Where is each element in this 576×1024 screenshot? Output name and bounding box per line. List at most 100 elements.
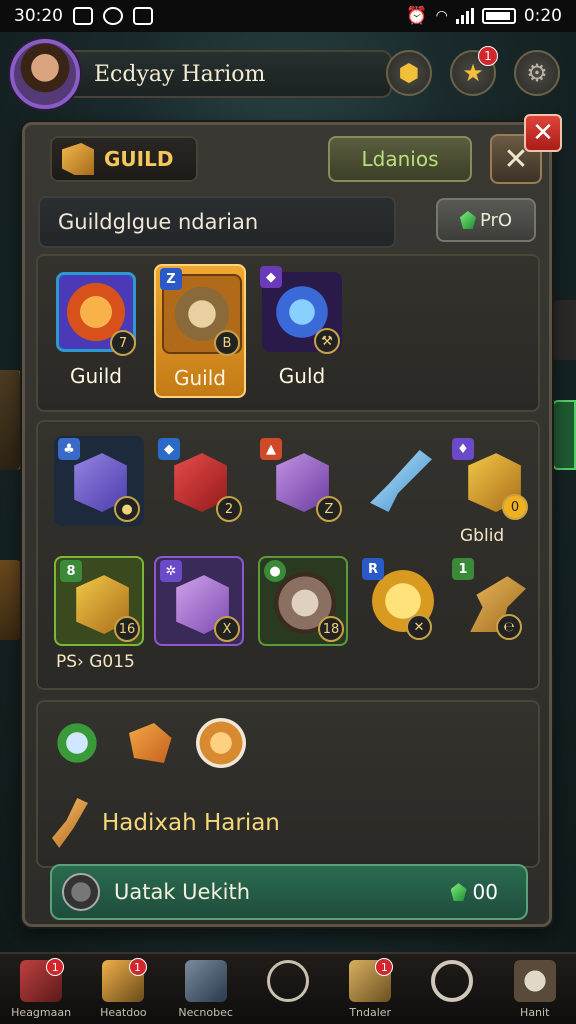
status-bar: 30:20 ⏰ ◠ 0:20 <box>0 0 576 32</box>
player-header: Ecdyay Hariom ⬢ ★ 1 ⚙ <box>10 38 566 110</box>
favorites-button[interactable]: ★ 1 <box>450 46 498 96</box>
reward-gold-coin[interactable]: R ✕ <box>358 556 448 646</box>
nav-item-heagmaan[interactable]: 1 Heagmaan <box>0 954 82 1024</box>
player-avatar[interactable] <box>10 39 80 109</box>
bottom-nav: 1 Heagmaan 1 Heatdoo Necnobec 1 Tndaler … <box>0 952 576 1024</box>
chat-icon <box>133 7 153 25</box>
nav-label: Tndaler <box>349 1006 392 1019</box>
app-icon <box>103 7 123 25</box>
item-level-icon: ◆ <box>158 438 180 460</box>
gallery-icon <box>73 7 93 25</box>
player-name: Ecdyay Hariom <box>94 61 266 87</box>
item-level-icon: ◆ <box>260 266 282 288</box>
tab-guild[interactable]: GUILD <box>50 136 198 182</box>
item-count: 18 <box>318 616 344 642</box>
item-count-icon: ✕ <box>406 614 432 640</box>
armor-icon <box>184 960 227 1002</box>
item-level-icon: ♣ <box>58 438 80 460</box>
alarm-icon: ⏰ <box>406 6 428 26</box>
rewards-section: ♣ ● ◆ 2 ▲ Z ♦ 0 Gblid 8 16 PS› G015 ✲ X … <box>36 420 540 690</box>
nav-item-battle[interactable] <box>247 954 329 1024</box>
nav-label: Hanit <box>520 1006 550 1019</box>
signal-icon <box>455 8 474 24</box>
wifi-icon: ◠ <box>435 8 448 24</box>
compass-icon <box>266 960 309 1002</box>
item-level-icon: ▲ <box>260 438 282 460</box>
side-decor-left <box>0 370 22 470</box>
reward-shield[interactable]: ● 18 <box>258 556 348 646</box>
item-count: B <box>214 330 240 356</box>
reward-chest-purple[interactable]: ▲ Z <box>256 436 346 526</box>
helmet-icon <box>513 960 556 1002</box>
item-count-icon: ⚒ <box>314 328 340 354</box>
item-count: X <box>214 616 240 642</box>
reward-chest-red[interactable]: ◆ 2 <box>154 436 244 526</box>
guild-item-1[interactable]: 7 Guild <box>50 264 142 398</box>
reward-anvil[interactable]: 1 ℮ <box>450 556 540 646</box>
nav-label: Heatdoo <box>100 1006 147 1019</box>
item-count: 16 <box>114 616 140 642</box>
guild-item-label: Guild <box>174 366 226 390</box>
item-count: 7 <box>110 330 136 356</box>
guild-flag-icon <box>62 143 94 175</box>
player-name-bar: Ecdyay Hariom <box>62 50 392 98</box>
claim-avatar <box>62 873 100 911</box>
reward-sword[interactable] <box>356 436 446 526</box>
nav-item-search[interactable] <box>411 954 493 1024</box>
status-time-left: 30:20 <box>14 6 63 26</box>
guild-search-field[interactable]: Guildglgue ndarian <box>38 196 396 248</box>
notification-badge: 1 <box>478 46 498 66</box>
item-level: R <box>362 558 384 580</box>
status-time-right: 0:20 <box>523 6 562 26</box>
achievement-button[interactable]: ⬢ <box>386 50 432 96</box>
hexagon-star-icon: ⬢ <box>398 59 420 87</box>
pro-label: PrO <box>479 209 513 231</box>
reward-caption: Gblid <box>460 526 505 546</box>
close-icon: ✕ <box>532 118 554 148</box>
crystal-box-icon[interactable] <box>52 718 102 768</box>
guild-item-3[interactable]: ◆ ⚒ Guld <box>256 264 348 398</box>
item-count-icon: ℮ <box>496 614 522 640</box>
gem-icon <box>459 211 476 229</box>
reward-chest-star[interactable]: ✲ X <box>154 556 244 646</box>
guild-item-label: Guld <box>278 364 326 388</box>
nav-item-tndaler[interactable]: 1 Tndaler <box>329 954 411 1024</box>
item-level: 1 <box>452 558 474 580</box>
guild-item-2[interactable]: Z B Guild <box>154 264 246 398</box>
item-count: 0 <box>502 494 528 520</box>
battery-icon <box>481 8 516 24</box>
nav-label: Heagmaan <box>11 1006 72 1019</box>
daily-title: Hadixah Harian <box>102 810 280 836</box>
ldanios-button[interactable]: Ldanios <box>328 136 472 182</box>
item-level: Z <box>160 268 182 290</box>
horn-icon <box>52 798 88 848</box>
daily-gift-row <box>52 718 246 768</box>
guild-item-label: Guild <box>70 364 122 388</box>
ldanios-label: Ldanios <box>361 147 439 171</box>
claim-button[interactable]: Uatak Uekith 00 <box>50 864 528 920</box>
search-text: Guildglgue ndarian <box>58 210 259 234</box>
daily-title-row: Hadixah Harian <box>52 798 280 848</box>
reward-caption: PS› G015 <box>56 652 135 672</box>
nav-label: Necnobec <box>178 1006 233 1019</box>
gem-icon <box>450 883 467 901</box>
close-panel-button[interactable]: ✕ <box>524 114 562 152</box>
guild-items-section: 7 Guild Z B Guild ◆ ⚒ Guld <box>36 254 540 412</box>
side-decor-right-2 <box>552 400 576 470</box>
side-decor-right <box>552 300 576 360</box>
sword-icon <box>370 450 432 512</box>
nav-item-necnobec[interactable]: Necnobec <box>165 954 247 1024</box>
scroll-icon[interactable] <box>129 723 172 763</box>
reward-chest-gold[interactable]: 8 16 <box>54 556 144 646</box>
nav-item-hanit[interactable]: Hanit <box>494 954 576 1024</box>
reward-crate-gold[interactable]: ♦ 0 <box>448 436 538 526</box>
nav-badge: 1 <box>128 958 147 976</box>
item-count: Z <box>316 496 342 522</box>
pro-button[interactable]: PrO <box>436 198 536 242</box>
reward-chest-blue[interactable]: ♣ ● <box>54 436 144 526</box>
medal-icon[interactable] <box>196 718 246 768</box>
item-count: 2 <box>216 496 242 522</box>
nav-item-heatdoo[interactable]: 1 Heatdoo <box>82 954 164 1024</box>
item-level-icon: ● <box>264 560 286 582</box>
settings-button[interactable]: ⚙ <box>514 50 560 96</box>
